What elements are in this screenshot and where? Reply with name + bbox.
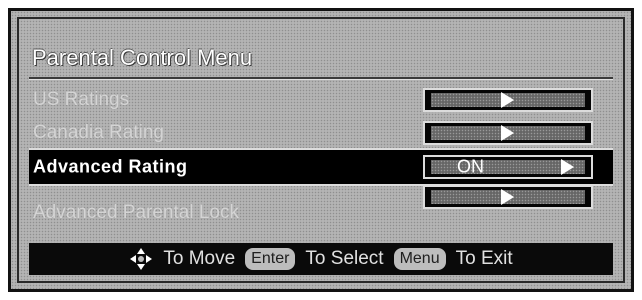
advanced-rating-value-box[interactable]: ON: [423, 155, 593, 179]
dpad-icon: [130, 248, 153, 270]
title-divider: [29, 77, 613, 80]
menu-title: Parental Control Menu: [32, 45, 253, 70]
us-ratings-value-box[interactable]: [423, 88, 593, 112]
menu-item-label: US Ratings: [33, 89, 130, 110]
select-hint: To Select: [305, 248, 384, 269]
menu-item-label: Advanced Parental Lock: [33, 202, 239, 223]
menu-item-us-ratings[interactable]: US Ratings: [29, 83, 613, 117]
advanced-rating-value: ON: [457, 156, 484, 177]
help-bar: To Move Enter To Select Menu To Exit: [29, 243, 613, 275]
exit-hint: To Exit: [455, 248, 513, 269]
parental-control-menu: Parental Control Menu US Ratings Canadia…: [8, 8, 634, 292]
menu-item-label: Advanced Rating: [33, 156, 188, 177]
menu-item-canadia-rating[interactable]: Canadia Rating: [29, 116, 613, 150]
enter-key: Enter: [245, 248, 296, 270]
move-hint: To Move: [163, 248, 236, 269]
arrow-right-icon: [501, 189, 514, 205]
menu-item-label: Canadia Rating: [33, 122, 164, 143]
canadia-rating-value-box[interactable]: [423, 121, 593, 145]
arrow-right-icon: [501, 125, 514, 141]
menu-item-advanced-rating[interactable]: Advanced Rating ON: [29, 148, 613, 186]
menu-key: Menu: [393, 248, 446, 270]
menu-item-advanced-parental-lock[interactable]: Advanced Parental Lock: [29, 185, 613, 223]
arrow-right-icon: [561, 159, 574, 175]
arrow-right-icon: [501, 92, 514, 108]
advanced-parental-lock-value-box[interactable]: [423, 185, 593, 209]
